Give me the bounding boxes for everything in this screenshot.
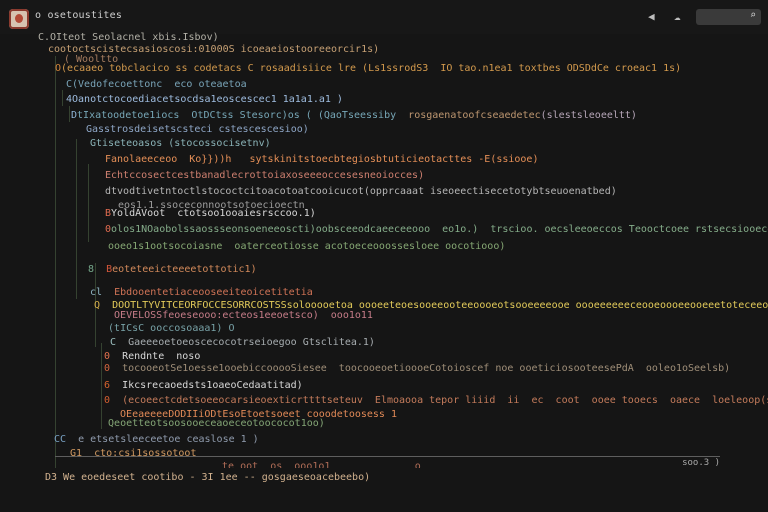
code-line[interactable]: te oot os ooo1o1 o	[210, 459, 421, 468]
code-token: dtvodtivetntoctlstococtcitoacotoatcooicu…	[105, 186, 617, 197]
code-token: Ebdooentetiaceooseeiteoicetitetia	[102, 287, 313, 298]
code-token: Gasstrosdeisetscsteci cstescescesioo)	[86, 124, 309, 135]
code-token: (ecoeectcdetsoeeocarsieoexticrttttseteuv…	[122, 395, 768, 406]
code-token: ooeo1s1ootsocoiasne oaterceotiosse acoto…	[108, 241, 506, 252]
code-token: te oot os ooo1o1 o	[210, 461, 421, 468]
code-token: CC	[54, 434, 67, 445]
search-box[interactable]: ⌕	[696, 9, 761, 26]
code-token: C	[98, 337, 117, 348]
indent-guide	[88, 164, 89, 242]
code-token: (ecaaeo tobclacico ss codetacs C rosaadi…	[61, 63, 682, 74]
indent-guide	[62, 90, 63, 106]
code-line[interactable]: Qeoetteotsoosooeceaoeceotoococot1oo)	[96, 416, 325, 432]
app-logo-icon	[9, 9, 29, 29]
code-line[interactable]: O(ecaaeo tobclacico ss codetacs C rosaad…	[55, 61, 681, 77]
code-token: Ikcsrecaoedsts1oaeoCedaatitad)	[110, 380, 303, 391]
search-icon[interactable]: ⌕	[750, 10, 756, 21]
code-token: G1 cto:csi1sossotoot	[58, 448, 197, 459]
code-token: olos1NOaobolssaossseonsoeneeoscti)oobsce…	[111, 224, 768, 235]
code-token: (tICsC ooccosoaaa1) O	[96, 323, 235, 334]
code-token: cl	[90, 287, 103, 298]
code-token: (slestsleoeeltt)	[540, 110, 637, 121]
code-token: tIxatoodetoe1iocs OtDCtss Stesorc)os ( (…	[77, 110, 409, 121]
indent-guide	[55, 56, 56, 468]
indent-guide	[69, 106, 70, 122]
code-line[interactable]: Echtccosectcestbanadlecrottoiaxoseeeocce…	[105, 168, 424, 184]
ide-window: o osetoustites ◀ ☁ ⌕ C.OIteot Seolacnel …	[0, 0, 768, 512]
code-token: tocooeotSe1oesse1ooebiccooooSiesee tooco…	[110, 363, 731, 374]
code-line[interactable]: 8 Beoteteeicteeeetottotic1)	[88, 262, 257, 278]
code-token: OEVELOSSfeoeseooo:ecteos1eeoetsco) ooo1o…	[102, 310, 373, 321]
code-token: rosgaenatoofcseaedetec	[408, 110, 541, 121]
code-token: e etsetsleeceetoe ceaslose 1 )	[66, 434, 259, 445]
code-line[interactable]: ooeo1s1ootsocoiasne oaterceotiosse acoto…	[108, 239, 505, 255]
code-line[interactable]: C(Vedofecoettonc eco oteaetoa	[66, 77, 247, 93]
code-editor[interactable]: C.OIteot Seolacnel xbis.Isbov) cootoctsci…	[0, 28, 768, 468]
code-line[interactable]: 6 Ikcsrecaoedsts1oaeoCedaatitad)	[104, 378, 303, 394]
code-line[interactable]: 0olos1NOaobolssaossseonsoeneeoscti)oobsc…	[105, 222, 768, 238]
code-token: eoteteeicteeeetottotic1)	[112, 264, 257, 275]
speaker-icon[interactable]: ◀	[648, 10, 655, 24]
search-input[interactable]	[700, 10, 748, 26]
code-token: C(Vedofecoettonc eco oteaetoa	[66, 79, 247, 90]
code-line[interactable]: Fanolaeeceoo Ko}}))h sytskinitstoecbtegi…	[105, 152, 538, 168]
status-right: soo.3 )	[682, 458, 720, 468]
code-token: Fanolaeeceoo Ko}}))h sytskinitstoecbtegi…	[105, 154, 539, 165]
code-token: B	[94, 264, 113, 275]
cloud-icon[interactable]: ☁	[674, 10, 681, 24]
code-token: Qeoetteotsoosooeceaoeceotoococot1oo)	[96, 418, 325, 429]
code-line[interactable]: 0 tocooeotSe1oesse1ooebiccooooSiesee too…	[104, 361, 730, 377]
code-token: Gaeeeoetoeoscecocotrseioegoo Gtsclitea.1…	[116, 337, 375, 348]
code-line[interactable]: BYoldAVoot ctotsoo1ooaiesrsccoo.1)	[105, 206, 316, 222]
code-line[interactable]: 4Oanotctocoediacetsocdsa1eoscescec1 1a1a…	[66, 92, 343, 108]
indent-guide	[76, 139, 77, 299]
code-line[interactable]: Gtiseteoasos (stocossocisetnv)	[90, 136, 271, 152]
code-token: Gtiseteoasos (stocossocisetnv)	[90, 138, 271, 149]
horizontal-divider	[55, 456, 720, 457]
code-token: 4Oanotctocoediacetsocdsa1eoscescec1 1a1a…	[66, 94, 343, 105]
window-title: o osetoustites	[35, 10, 123, 21]
code-token: YoldAVoot ctotsoo1ooaiesrsccoo.1)	[111, 208, 316, 219]
bottom-status-line: D3 We eoedeseet cootibo - 3I 1ee -- gosg…	[45, 472, 371, 483]
code-token: Echtccosectcestbanadlecrottoiaxoseeeocce…	[105, 170, 425, 181]
code-line[interactable]: G1 cto:csi1sossotoot	[58, 446, 196, 462]
